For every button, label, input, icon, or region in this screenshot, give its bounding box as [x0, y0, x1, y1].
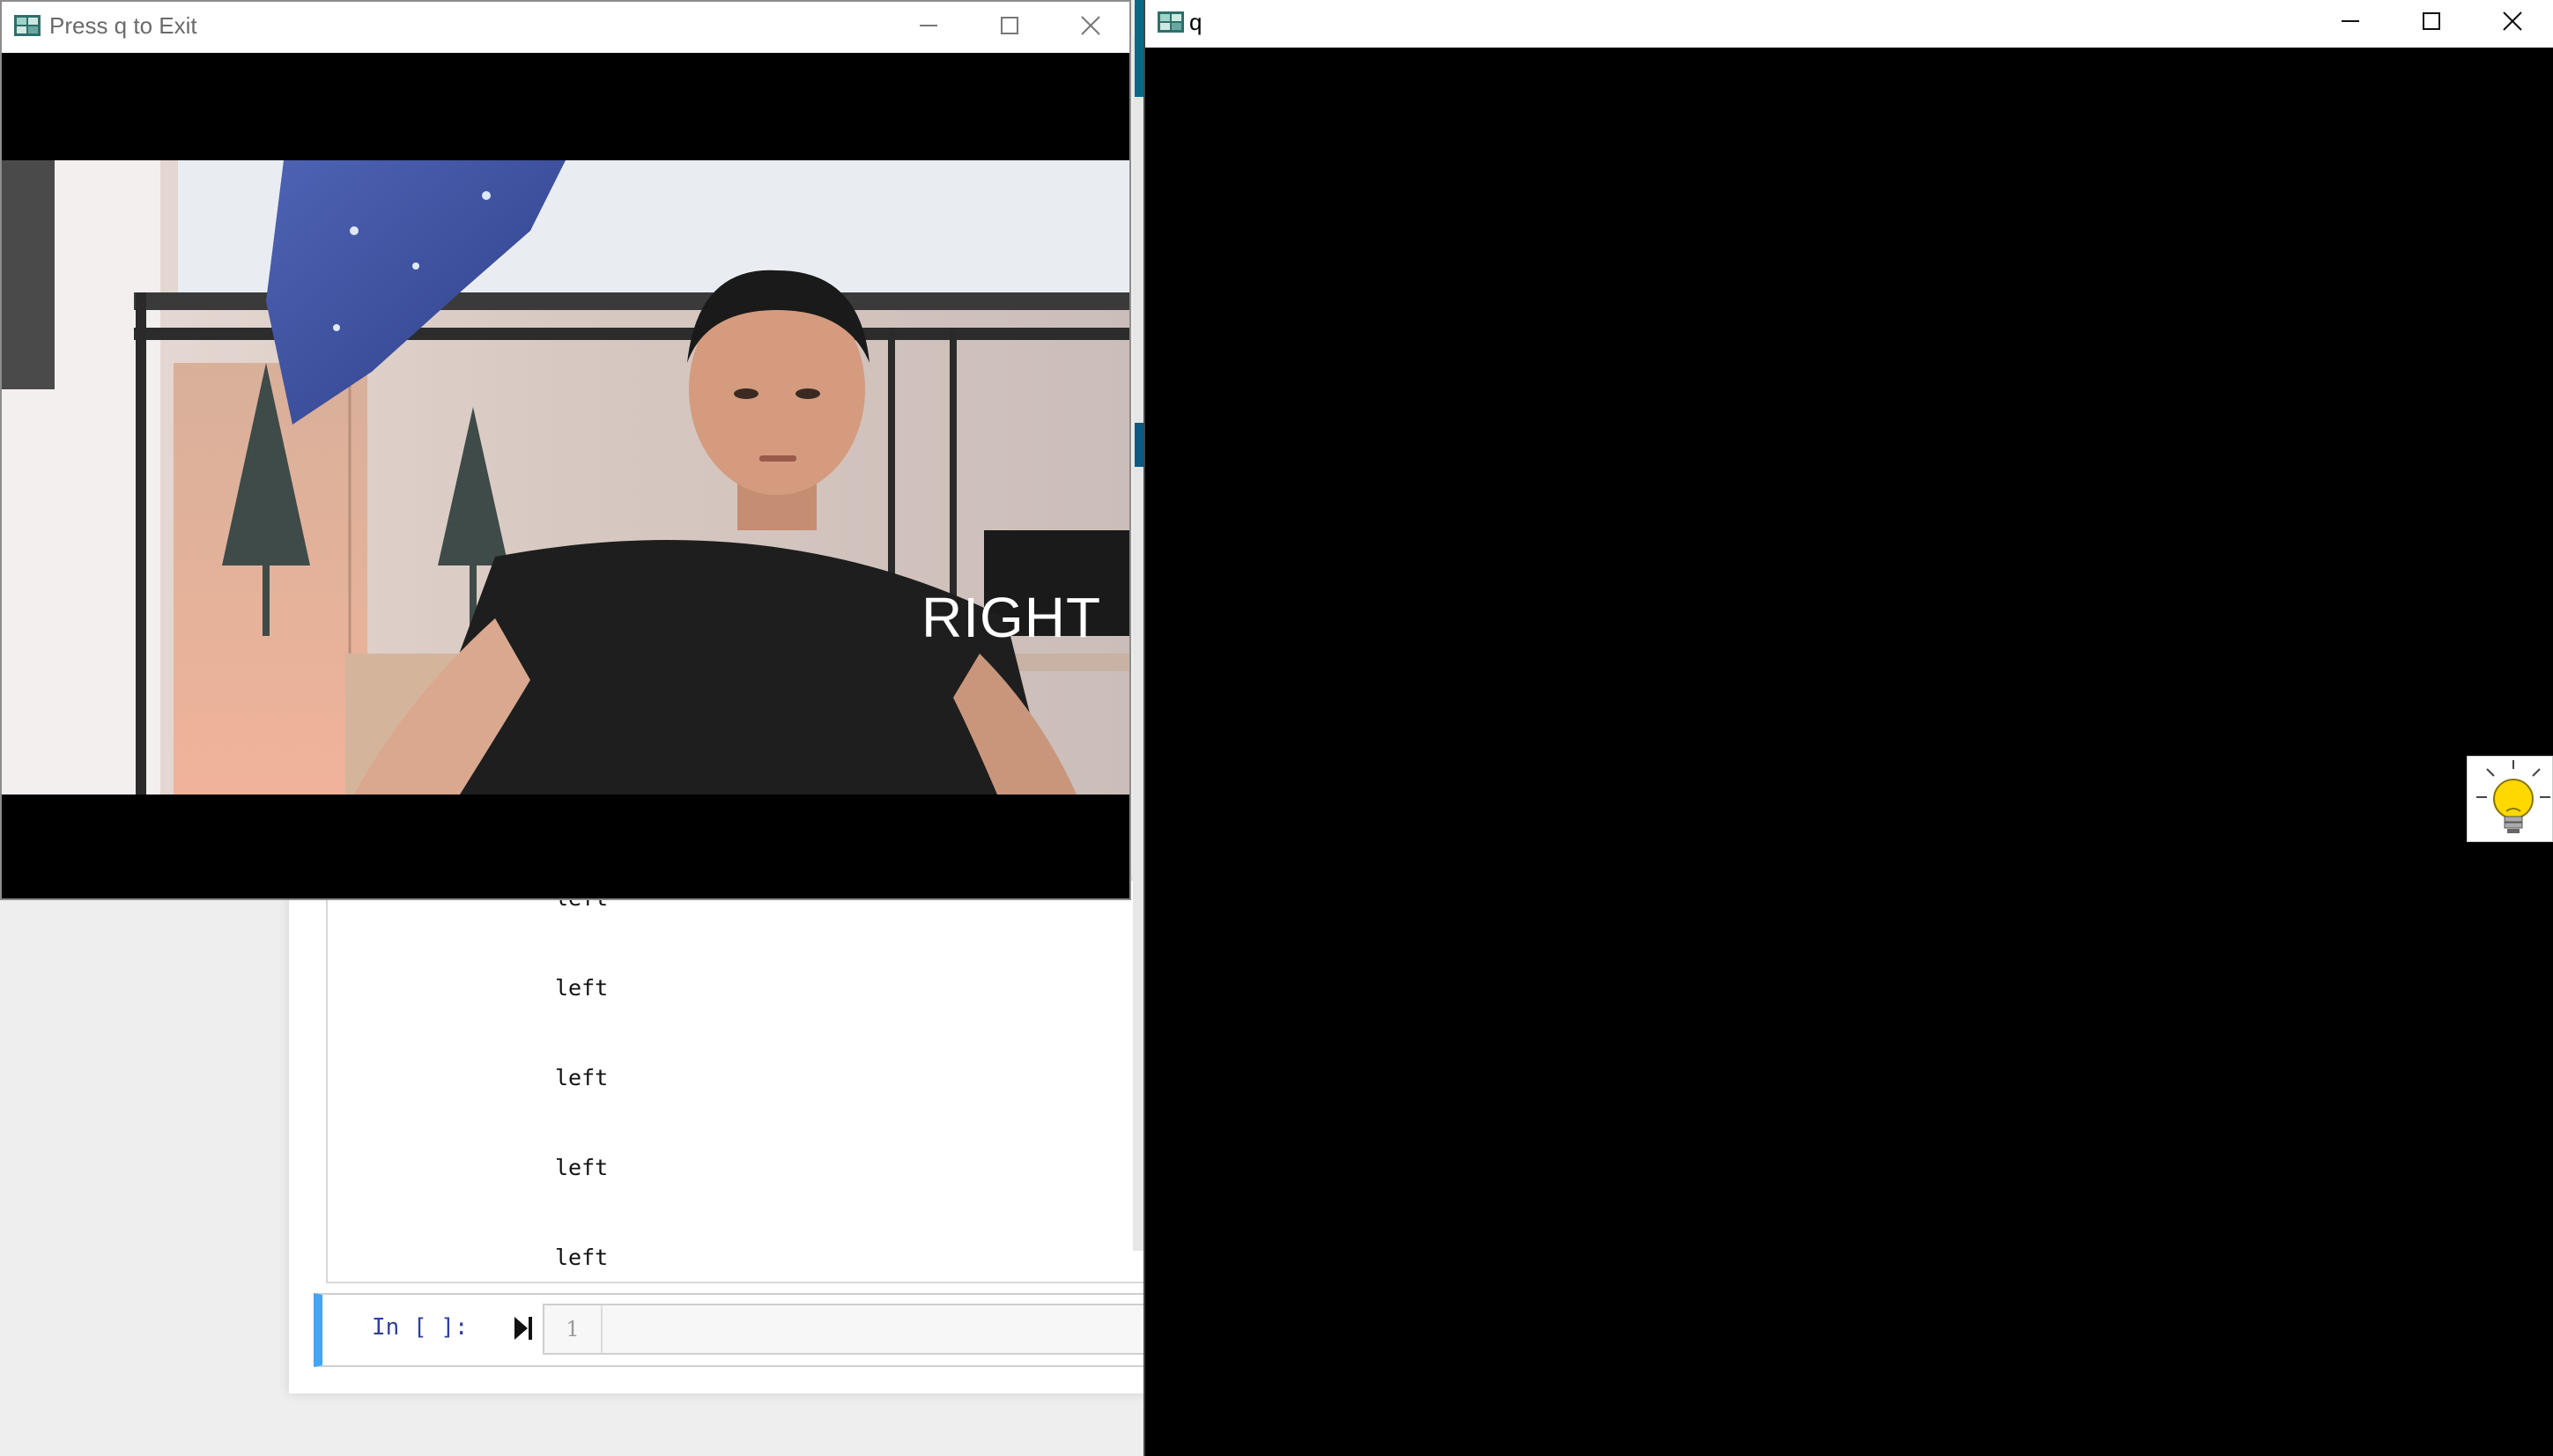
lightbulb-icon[interactable] — [2467, 756, 2553, 842]
run-cell-icon[interactable] — [513, 1314, 534, 1342]
opencv-window-icon — [14, 14, 41, 37]
minimize-icon — [2342, 20, 2359, 22]
webcam-frame: RIGHT — [2, 160, 1129, 795]
cell-prompt: In [ ]: — [372, 1314, 469, 1341]
camera-window-title: Press q to Exit — [49, 12, 197, 39]
q-window-titlebar[interactable]: q — [1145, 0, 2553, 48]
cell-output-area — [326, 881, 1147, 1283]
maximize-button[interactable] — [2391, 0, 2472, 42]
direction-overlay-text: RIGHT — [921, 586, 1102, 649]
camera-window[interactable]: Press q to Exit RIGHT — [0, 0, 1131, 900]
minimize-button[interactable] — [2310, 0, 2391, 42]
cell-input[interactable] — [543, 1304, 1145, 1355]
opencv-window-icon — [1158, 11, 1184, 33]
camera-window-titlebar[interactable]: Press q to Exit — [2, 2, 1129, 53]
minimize-icon — [920, 25, 937, 26]
output-line: left — [555, 975, 609, 1001]
close-button[interactable] — [1050, 2, 1129, 49]
q-window-title: q — [1189, 9, 1202, 35]
maximize-icon — [2423, 12, 2440, 30]
output-line: left — [555, 1065, 609, 1090]
close-icon — [1081, 16, 1100, 35]
scrollbar-thumb[interactable] — [1135, 423, 1143, 467]
close-icon — [2503, 11, 2522, 31]
line-number: 1 — [544, 1305, 603, 1353]
output-line: left — [555, 1245, 609, 1270]
output-line: left — [555, 1155, 609, 1180]
maximize-icon — [1001, 17, 1018, 34]
close-button[interactable] — [2472, 0, 2553, 42]
q-window[interactable]: q — [1143, 0, 2553, 1456]
scrollbar-marker — [1135, 0, 1143, 97]
minimize-button[interactable] — [888, 2, 969, 49]
maximize-button[interactable] — [969, 2, 1050, 49]
